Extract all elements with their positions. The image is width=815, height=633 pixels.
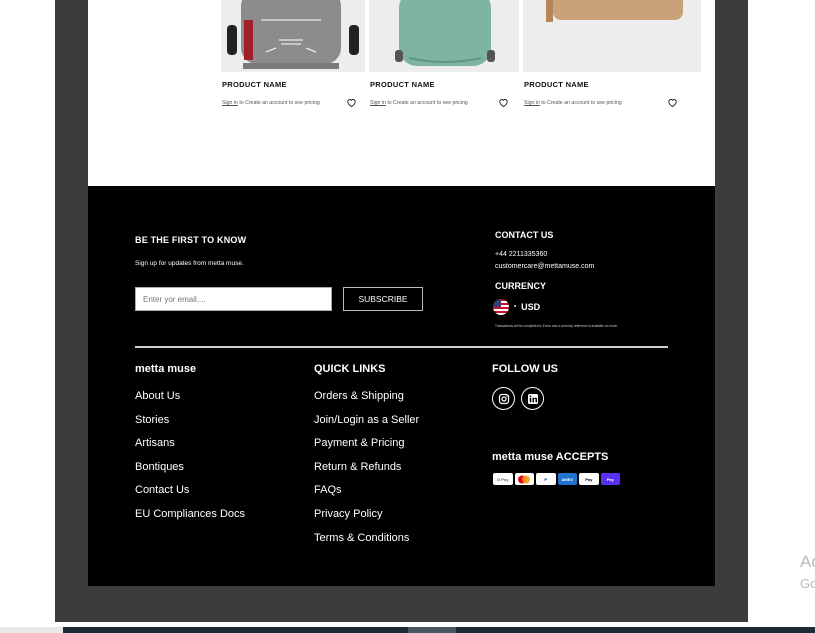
signin-text: to Create an account to see pricing [385, 100, 468, 106]
footer-link-contact[interactable]: Contact Us [135, 483, 245, 507]
brand-column-title: metta muse [135, 363, 197, 375]
newsletter-subtitle: Sign up for updates from metta muse. [135, 260, 244, 267]
product-card[interactable]: PRODUCT NAME Sign in to Create an accoun… [369, 0, 519, 120]
wishlist-heart-icon[interactable] [667, 97, 678, 108]
activation-watermark-line1: Ac [800, 552, 815, 571]
google-pay-label: G Pay [497, 476, 509, 482]
product-card[interactable]: PRODUCT NAME Sign in to Create an accoun… [221, 0, 366, 120]
currency-title: CURRENCY [495, 281, 547, 291]
brand-links: About Us Stories Artisans Bontiques Cont… [135, 389, 245, 531]
product-image[interactable] [369, 0, 519, 72]
quick-links: Orders & Shipping Join/Login as a Seller… [314, 389, 419, 554]
site-footer: BE THE FIRST TO KNOW Sign up for updates… [88, 186, 715, 586]
signin-prompt: Sign in to Create an account to see pric… [370, 100, 468, 106]
newsletter-title: BE THE FIRST TO KNOW [135, 235, 247, 245]
google-pay-icon: G Pay [493, 473, 513, 485]
social-links [492, 387, 544, 410]
contact-title: CONTACT US [495, 230, 554, 240]
subscribe-button[interactable]: SUBSCRIBE [343, 287, 423, 311]
footer-link-orders[interactable]: Orders & Shipping [314, 389, 419, 413]
product-image[interactable] [221, 0, 365, 72]
instagram-icon[interactable] [492, 387, 515, 410]
product-name[interactable]: PRODUCT NAME [524, 80, 589, 89]
accepts-title: metta muse ACCEPTS [492, 451, 609, 463]
follow-title: FOLLOW US [492, 363, 558, 375]
signin-link[interactable]: Sign in [524, 100, 540, 106]
signin-link[interactable]: Sign in [370, 100, 386, 106]
footer-divider [135, 346, 668, 348]
signin-prompt: Sign in to Create an account to see pric… [524, 100, 622, 106]
amex-icon: AMEX [557, 473, 577, 485]
signin-text: to Create an account to see pricing [539, 100, 622, 106]
footer-link-terms[interactable]: Terms & Conditions [314, 531, 419, 555]
wishlist-heart-icon[interactable] [498, 97, 509, 108]
apple-pay-icon: Pay [579, 473, 599, 485]
wishlist-heart-icon[interactable] [346, 97, 357, 108]
activation-watermark-line2: Go [800, 576, 815, 591]
product-card[interactable]: PRODUCT NAME Sign in to Create an accoun… [523, 0, 701, 120]
footer-link-payment[interactable]: Payment & Pricing [314, 436, 419, 460]
right-margin [748, 0, 815, 622]
shop-pay-label: Pay [606, 476, 614, 482]
shop-pay-icon: Pay [600, 473, 620, 485]
os-taskbar [0, 627, 815, 633]
footer-link-seller[interactable]: Join/Login as a Seller [314, 413, 419, 437]
footer-link-artisans[interactable]: Artisans [135, 436, 245, 460]
taskbar-active-app[interactable] [408, 627, 456, 633]
contact-email[interactable]: customercare@mettamuse.com [495, 263, 594, 270]
footer-link-returns[interactable]: Return & Refunds [314, 460, 419, 484]
currency-selector[interactable]: • USD [493, 299, 540, 315]
product-name[interactable]: PRODUCT NAME [222, 80, 287, 89]
linkedin-icon[interactable] [521, 387, 544, 410]
email-input[interactable] [135, 287, 332, 311]
footer-link-about[interactable]: About Us [135, 389, 245, 413]
currency-note: Transactions will be completed in Euros … [495, 324, 619, 328]
quick-links-title: QUICK LINKS [314, 363, 386, 375]
footer-link-privacy[interactable]: Privacy Policy [314, 507, 419, 531]
taskbar-start-area[interactable] [0, 627, 63, 633]
footer-link-stories[interactable]: Stories [135, 413, 245, 437]
currency-value: USD [521, 302, 541, 312]
paypal-icon: P [536, 473, 556, 485]
signin-text: to Create an account to see pricing [237, 100, 320, 106]
footer-link-eu-docs[interactable]: EU Compliances Docs [135, 507, 245, 531]
signin-prompt: Sign in to Create an account to see pric… [222, 100, 320, 106]
apple-pay-label: Pay [585, 476, 593, 482]
product-name[interactable]: PRODUCT NAME [370, 80, 435, 89]
amex-label: AMEX [561, 476, 574, 482]
product-grid: PRODUCT NAME Sign in to Create an accoun… [221, 0, 701, 186]
currency-caret: • [514, 304, 517, 310]
us-flag-icon [493, 299, 509, 315]
signin-link[interactable]: Sign in [222, 100, 238, 106]
mastercard-icon [514, 473, 534, 485]
product-image[interactable] [523, 0, 701, 72]
paypal-label: P [544, 476, 548, 482]
payment-methods: G Pay P AMEX Pay Pay [493, 473, 620, 485]
contact-phone[interactable]: +44 2211335360 [495, 251, 547, 258]
footer-link-boutiques[interactable]: Bontiques [135, 460, 245, 484]
footer-link-faqs[interactable]: FAQs [314, 483, 419, 507]
